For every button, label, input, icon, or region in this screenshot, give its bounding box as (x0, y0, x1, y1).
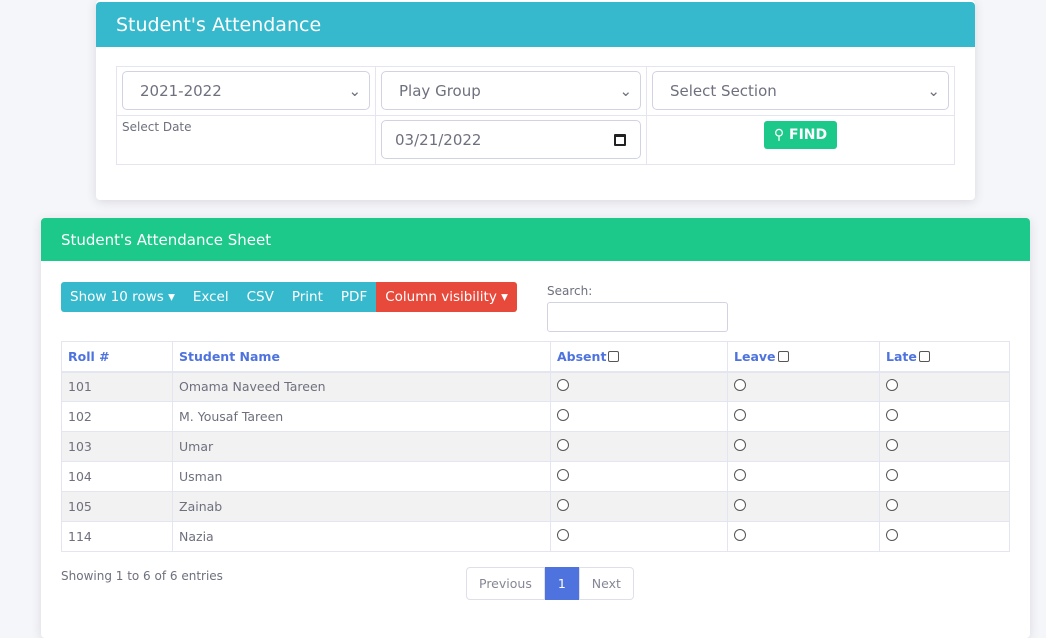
late-radio[interactable] (886, 499, 898, 511)
late-radio[interactable] (886, 469, 898, 481)
leave-radio[interactable] (734, 409, 746, 421)
leave-radio[interactable] (734, 469, 746, 481)
find-button[interactable]: ⚲ FIND (763, 121, 838, 149)
late-radio[interactable] (886, 409, 898, 421)
table-info: Showing 1 to 6 of 6 entries (61, 569, 223, 583)
roll-cell: 104 (61, 461, 173, 492)
next-button[interactable]: Next (578, 567, 634, 600)
absent-radio[interactable] (557, 499, 569, 511)
absent-cell (550, 521, 728, 552)
leave-cell (727, 401, 880, 432)
section-select[interactable]: Select Section ⌄ (652, 71, 949, 110)
student-name-cell: Nazia (172, 521, 551, 552)
absent-cell (550, 431, 728, 462)
absent-radio[interactable] (557, 469, 569, 481)
leave-radio[interactable] (734, 379, 746, 392)
table-row: 105 Zainab (61, 491, 1010, 522)
attendance-table: Roll # Student Name Absent Leave Late 10… (61, 341, 1010, 552)
leave-cell (727, 521, 880, 552)
table-row: 101 Omama Naveed Tareen (61, 371, 1010, 402)
table-row: 103 Umar (61, 431, 1010, 462)
excel-button[interactable]: Excel (183, 282, 238, 312)
date-label: Select Date (115, 115, 377, 165)
student-name-cell: Umar (172, 431, 551, 462)
session-select[interactable]: 2021-2022 ⌄ (122, 71, 371, 110)
export-buttons: Show 10 rows ▾ Excel CSV Print PDF Colum… (61, 282, 517, 312)
late-cell (879, 431, 1010, 462)
late-cell (879, 401, 1010, 432)
col-leave[interactable]: Leave (727, 341, 880, 373)
col-absent[interactable]: Absent (550, 341, 728, 373)
leave-radio[interactable] (734, 439, 746, 451)
table-row: 102 M. Yousaf Tareen (61, 401, 1010, 432)
late-cell (879, 491, 1010, 522)
previous-button[interactable]: Previous (466, 567, 545, 600)
absent-cell (550, 491, 728, 522)
table-row: 114 Nazia (61, 521, 1010, 552)
absent-radio[interactable] (557, 529, 569, 541)
leave-cell (727, 461, 880, 492)
table-row: 104 Usman (61, 461, 1010, 492)
absent-all-checkbox[interactable] (608, 350, 620, 362)
col-roll[interactable]: Roll # (61, 341, 173, 373)
leave-radio[interactable] (734, 499, 746, 511)
late-cell (879, 371, 1010, 402)
roll-cell: 102 (61, 401, 173, 432)
roll-cell: 105 (61, 491, 173, 522)
leave-all-checkbox[interactable] (777, 350, 789, 362)
date-input[interactable]: 03/21/2022 (381, 120, 642, 159)
calendar-icon[interactable] (614, 133, 627, 146)
chevron-down-icon: ⌄ (619, 81, 633, 100)
absent-cell (550, 401, 728, 432)
column-visibility-button[interactable]: Column visibility ▾ (376, 282, 517, 312)
search-input[interactable] (547, 302, 728, 332)
roll-cell: 103 (61, 431, 173, 462)
pdf-button[interactable]: PDF (331, 282, 377, 312)
late-radio[interactable] (886, 439, 898, 451)
search-icon: ⚲ (773, 127, 785, 143)
student-name-cell: M. Yousaf Tareen (172, 401, 551, 432)
absent-radio[interactable] (557, 379, 569, 392)
chevron-down-icon: ⌄ (348, 81, 362, 100)
attendance-sheet-card: Student's Attendance Sheet Show 10 rows … (41, 218, 1030, 638)
student-name-cell: Usman (172, 461, 551, 492)
absent-cell (550, 461, 728, 492)
roll-cell: 101 (61, 371, 173, 402)
late-radio[interactable] (886, 379, 898, 392)
filter-card: Student's Attendance 2021-2022 ⌄ Play Gro… (96, 0, 975, 200)
search-label: Search: (547, 284, 593, 298)
late-cell (879, 521, 1010, 552)
leave-radio[interactable] (734, 529, 746, 541)
student-name-cell: Zainab (172, 491, 551, 522)
roll-cell: 114 (61, 521, 173, 552)
print-button[interactable]: Print (282, 282, 332, 312)
filter-table: 2021-2022 ⌄ Play Group ⌄ Select Section ⌄ S… (115, 66, 955, 165)
chevron-down-icon: ⌄ (927, 81, 940, 100)
col-student-name[interactable]: Student Name (172, 341, 551, 373)
class-select[interactable]: Play Group ⌄ (381, 71, 642, 110)
absent-radio[interactable] (557, 439, 569, 451)
page-1-button[interactable]: 1 (544, 567, 579, 600)
leave-cell (727, 431, 880, 462)
absent-cell (550, 371, 728, 402)
student-name-cell: Omama Naveed Tareen (172, 371, 551, 402)
leave-cell (727, 371, 880, 402)
pagination: Previous 1 Next (466, 567, 634, 600)
late-cell (879, 461, 1010, 492)
sheet-title: Student's Attendance Sheet (41, 218, 1030, 261)
leave-cell (727, 491, 880, 522)
show-rows-button[interactable]: Show 10 rows ▾ (61, 282, 184, 312)
filter-card-title: Student's Attendance (96, 2, 975, 47)
absent-radio[interactable] (557, 409, 569, 421)
late-radio[interactable] (886, 529, 898, 541)
col-late[interactable]: Late (879, 341, 1010, 373)
late-all-checkbox[interactable] (918, 350, 930, 362)
csv-button[interactable]: CSV (237, 282, 283, 312)
